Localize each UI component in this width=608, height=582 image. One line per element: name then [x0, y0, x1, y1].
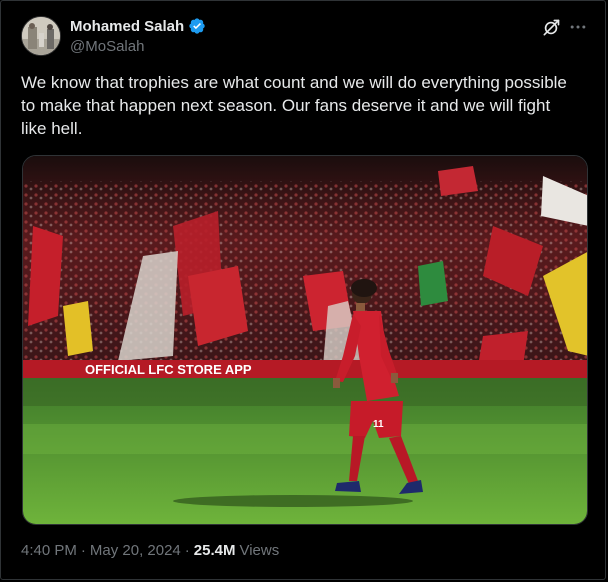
views-label: Views [239, 542, 280, 559]
verified-badge-icon [189, 18, 205, 34]
meta-separator: · [80, 542, 86, 559]
grok-icon[interactable] [541, 18, 561, 38]
ad-board-text: OFFICIAL LFC STORE APP [85, 362, 252, 377]
author-name-row[interactable]: Mohamed Salah [70, 17, 206, 35]
tweet-time[interactable]: 4:40 PM [21, 542, 77, 559]
tweet-media-image[interactable]: OFFICIAL LFC STORE APP 11 [22, 155, 588, 525]
shirt-number: 11 [373, 419, 384, 430]
views-count: 25.4M [193, 542, 236, 559]
author-name[interactable]: Mohamed Salah [70, 18, 184, 35]
more-icon[interactable] [568, 17, 588, 37]
avatar-image [22, 17, 60, 55]
tweet-card: Mohamed Salah @MoSalah We know that trop… [0, 0, 606, 580]
tweet-text: We know that trophies are what count and… [21, 73, 567, 138]
meta-separator: · [184, 542, 190, 559]
avatar[interactable] [21, 16, 61, 56]
author-handle[interactable]: @MoSalah [70, 38, 144, 55]
stadium-photo: OFFICIAL LFC STORE APP 11 [23, 156, 587, 524]
tweet-meta: 4:40 PM · May 20, 2024 · 25.4M Views [21, 542, 279, 559]
tweet-date[interactable]: May 20, 2024 [90, 542, 181, 559]
